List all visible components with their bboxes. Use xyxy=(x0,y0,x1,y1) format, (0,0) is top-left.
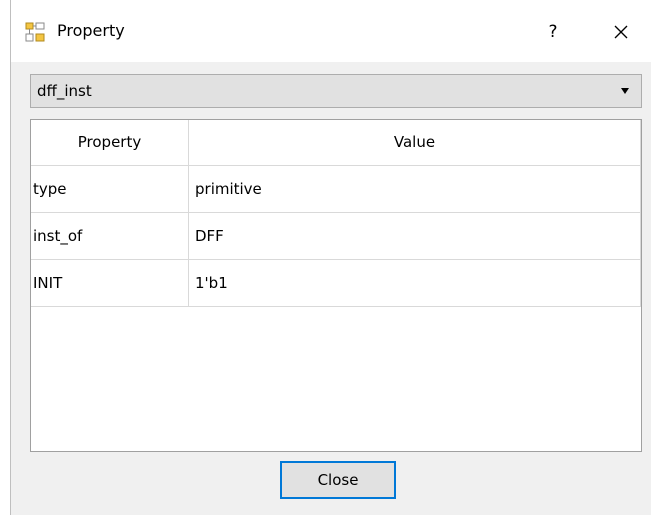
property-cell[interactable]: type xyxy=(31,166,189,213)
window-close-button[interactable] xyxy=(596,14,646,50)
property-dialog: Property ? dff_inst Property Value type … xyxy=(10,0,651,515)
close-button[interactable]: Close xyxy=(280,461,396,499)
value-cell[interactable]: DFF xyxy=(189,213,641,260)
value-cell[interactable]: primitive xyxy=(189,166,641,213)
help-button[interactable]: ? xyxy=(523,14,583,50)
close-icon xyxy=(614,25,628,39)
table-row[interactable]: type primitive xyxy=(31,166,641,213)
window-title: Property xyxy=(57,21,125,40)
column-header-property[interactable]: Property xyxy=(31,120,189,166)
instance-select-value: dff_inst xyxy=(37,82,92,100)
table-row[interactable]: INIT 1'b1 xyxy=(31,260,641,307)
title-bar: Property ? xyxy=(11,0,651,62)
property-icon xyxy=(25,22,45,42)
chevron-down-icon[interactable] xyxy=(621,88,629,94)
property-cell[interactable]: INIT xyxy=(31,260,189,307)
property-cell[interactable]: inst_of xyxy=(31,213,189,260)
column-header-value[interactable]: Value xyxy=(189,120,641,166)
table-header: Property Value xyxy=(31,120,641,167)
value-cell[interactable]: 1'b1 xyxy=(189,260,641,307)
instance-select[interactable]: dff_inst xyxy=(30,74,642,108)
property-table[interactable]: Property Value type primitive inst_of DF… xyxy=(30,119,642,452)
table-row[interactable]: inst_of DFF xyxy=(31,213,641,260)
help-icon: ? xyxy=(548,22,558,42)
